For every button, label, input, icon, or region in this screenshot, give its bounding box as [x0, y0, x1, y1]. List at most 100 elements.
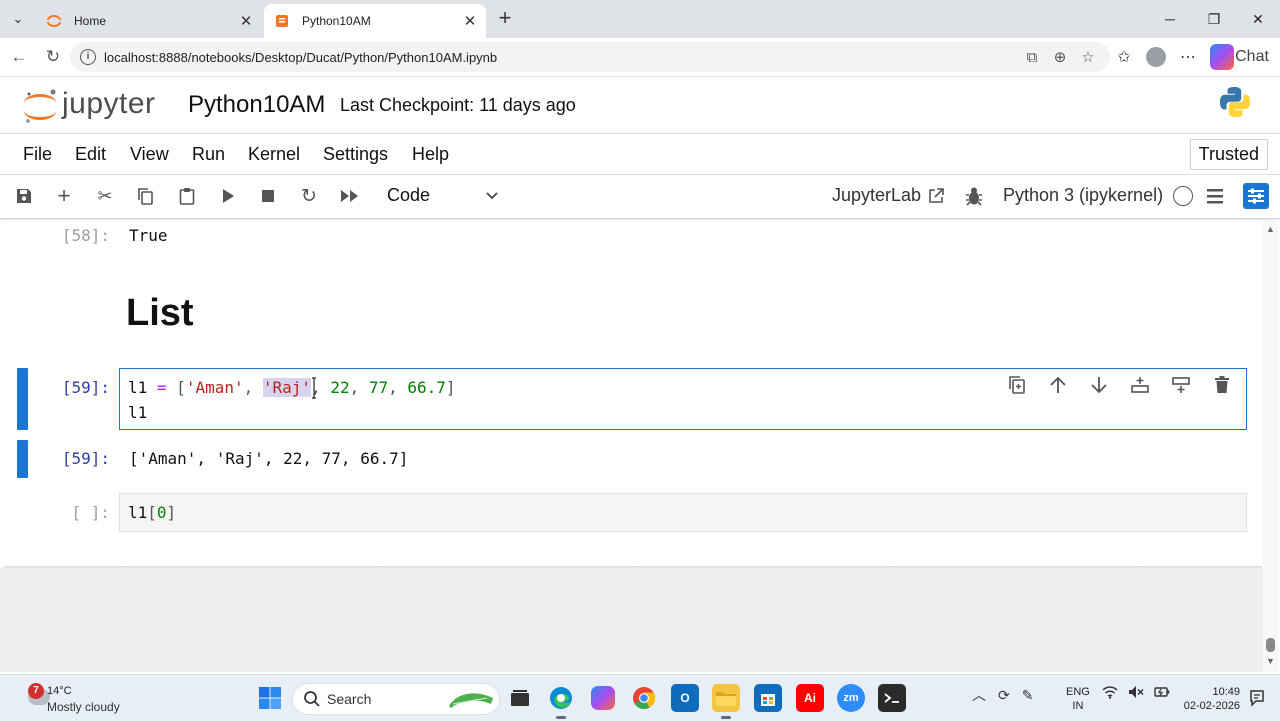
code-token: , — [388, 378, 408, 397]
favorite-star-icon[interactable]: ☆ — [1078, 47, 1098, 67]
jupyter-logo[interactable]: jupyter — [20, 85, 170, 127]
volume-muted-icon[interactable] — [1128, 685, 1144, 702]
weather-widget[interactable]: 7 14°C Mostly cloudy — [22, 683, 182, 715]
markdown-heading-list[interactable]: List — [126, 292, 194, 335]
move-cell-up-icon[interactable] — [1047, 374, 1069, 396]
terminal-icon[interactable] — [878, 684, 906, 712]
trusted-indicator[interactable]: Trusted — [1189, 139, 1268, 170]
notebook-toolbar: + ✂ ↻ Code JupyterLab Python 3 (ipykerne… — [0, 175, 1280, 219]
microsoft-store-icon[interactable] — [754, 684, 782, 712]
notebook-favicon-icon — [274, 13, 290, 29]
system-tray: ︿ ⟳ ✎ — [972, 685, 1033, 705]
cut-icon[interactable]: ✂ — [94, 185, 116, 207]
code-token: 77 — [368, 378, 389, 397]
back-icon[interactable]: ← — [8, 46, 30, 68]
copilot-logo-icon — [591, 686, 615, 710]
code-token: = — [147, 378, 177, 397]
copilot-app-icon[interactable] — [589, 684, 617, 712]
file-explorer-icon[interactable] — [712, 684, 740, 719]
edge-browser-icon[interactable] — [547, 684, 575, 719]
property-inspector-icon[interactable] — [1243, 183, 1269, 209]
output-59-text: ['Aman', 'Raj', 22, 77, 66.7] — [129, 449, 409, 468]
menu-help[interactable]: Help — [412, 144, 449, 165]
kernel-idle-status-icon — [1173, 186, 1193, 206]
minimize-icon[interactable]: ─ — [1148, 0, 1192, 38]
wifi-icon[interactable] — [1102, 685, 1118, 702]
restart-icon[interactable]: ↻ — [298, 185, 320, 207]
favorites-icon[interactable]: ✩ — [1112, 44, 1136, 70]
restore-icon[interactable]: ❐ — [1192, 0, 1236, 38]
menu-view[interactable]: View — [130, 144, 169, 165]
delete-cell-icon[interactable] — [1211, 374, 1233, 396]
hamburger-menu-icon[interactable] — [1205, 186, 1225, 206]
pen-icon[interactable]: ✎ — [1022, 687, 1034, 704]
move-cell-down-icon[interactable] — [1088, 374, 1110, 396]
new-tab-button[interactable]: + — [494, 7, 516, 30]
chevron-down-icon[interactable] — [484, 187, 500, 208]
zoom-icon[interactable]: ⊕ — [1050, 47, 1070, 67]
zoom-app-icon[interactable]: zm — [837, 684, 865, 712]
duplicate-cell-icon[interactable] — [1006, 374, 1028, 396]
external-link-icon — [929, 187, 944, 203]
cell-type-select[interactable]: Code — [387, 185, 430, 206]
vertical-scrollbar[interactable]: ▲ ▼ — [1263, 220, 1278, 672]
profile-avatar[interactable] — [1146, 47, 1166, 67]
stop-icon[interactable] — [257, 185, 279, 207]
menu-run[interactable]: Run — [192, 144, 225, 165]
more-options-icon[interactable]: ⋯ — [1176, 44, 1200, 70]
kernel-name[interactable]: Python 3 (ipykernel) — [1003, 185, 1163, 206]
run-icon[interactable] — [217, 185, 239, 207]
jupyterlab-link[interactable]: JupyterLab — [832, 185, 945, 206]
clock-date: 02-02-2026 — [1183, 700, 1240, 712]
scroll-down-icon[interactable]: ▼ — [1266, 656, 1275, 666]
search-label: Search — [327, 691, 372, 707]
add-cell-icon[interactable]: + — [53, 183, 75, 208]
tab-actions-menu-icon[interactable]: ⌄ — [6, 7, 30, 31]
close-tab-icon[interactable]: ✕ — [460, 11, 480, 31]
insert-cell-above-icon[interactable] — [1129, 374, 1151, 396]
battery-icon[interactable] — [1154, 685, 1170, 702]
code-cell-next-editor[interactable] — [119, 493, 1247, 532]
site-info-icon[interactable]: i — [80, 49, 96, 65]
code-token: l1 — [128, 503, 148, 522]
task-view-icon[interactable] — [506, 684, 534, 712]
debugger-bug-icon[interactable] — [963, 185, 985, 207]
sync-icon[interactable]: ⟳ — [998, 687, 1010, 704]
outlook-icon[interactable]: O — [671, 684, 699, 712]
taskbar-search[interactable]: Search — [292, 683, 500, 715]
tab-home[interactable]: Home ✕ — [36, 4, 262, 38]
notification-icon[interactable] — [1248, 689, 1266, 707]
copy-icon[interactable] — [134, 185, 156, 207]
adobe-illustrator-icon[interactable]: Ai — [796, 684, 824, 712]
url-field[interactable]: i localhost:8888/notebooks/Desktop/Ducat… — [70, 42, 1110, 72]
paste-icon[interactable] — [176, 185, 198, 207]
language-indicator[interactable]: ENG IN — [1066, 685, 1090, 713]
chat-label: Chat — [1235, 48, 1269, 65]
close-tab-icon[interactable]: ✕ — [236, 11, 256, 31]
save-icon[interactable] — [13, 185, 35, 207]
input-prompt-59: [59]: — [61, 378, 110, 397]
menu-edit[interactable]: Edit — [75, 144, 106, 165]
translate-icon[interactable]: ⧉ — [1022, 47, 1042, 67]
menu-settings[interactable]: Settings — [323, 144, 388, 165]
chat-button[interactable]: Chat — [1210, 44, 1269, 70]
scroll-up-icon[interactable]: ▲ — [1266, 224, 1275, 234]
menu-kernel[interactable]: Kernel — [248, 144, 300, 165]
insert-cell-below-icon[interactable] — [1170, 374, 1192, 396]
scrollbar-thumb[interactable] — [1266, 638, 1275, 652]
menu-file[interactable]: File — [23, 144, 52, 165]
reload-icon[interactable]: ↻ — [42, 46, 64, 68]
code-line-1[interactable]: l1 = ['Aman', 'Raj', 22, 77, 66.7] — [128, 378, 456, 397]
windows-start-icon[interactable] — [258, 686, 282, 710]
close-window-icon[interactable]: ✕ — [1236, 0, 1280, 38]
weather-badge: 7 — [28, 683, 44, 699]
notebook-title[interactable]: Python10AM — [188, 91, 325, 119]
code-line-2[interactable]: l1 — [128, 403, 147, 422]
restart-run-all-icon[interactable] — [339, 185, 361, 207]
show-hidden-icons-icon[interactable]: ︿ — [972, 685, 986, 705]
jupyter-menubar: File Edit View Run Kernel Settings Help … — [0, 134, 1280, 175]
chrome-icon[interactable] — [630, 684, 658, 712]
tab-python10am[interactable]: Python10AM ✕ — [264, 4, 486, 38]
clock[interactable]: 10:49 02-02-2026 — [1178, 685, 1240, 713]
code-line-next[interactable]: l1[0] — [128, 503, 176, 522]
